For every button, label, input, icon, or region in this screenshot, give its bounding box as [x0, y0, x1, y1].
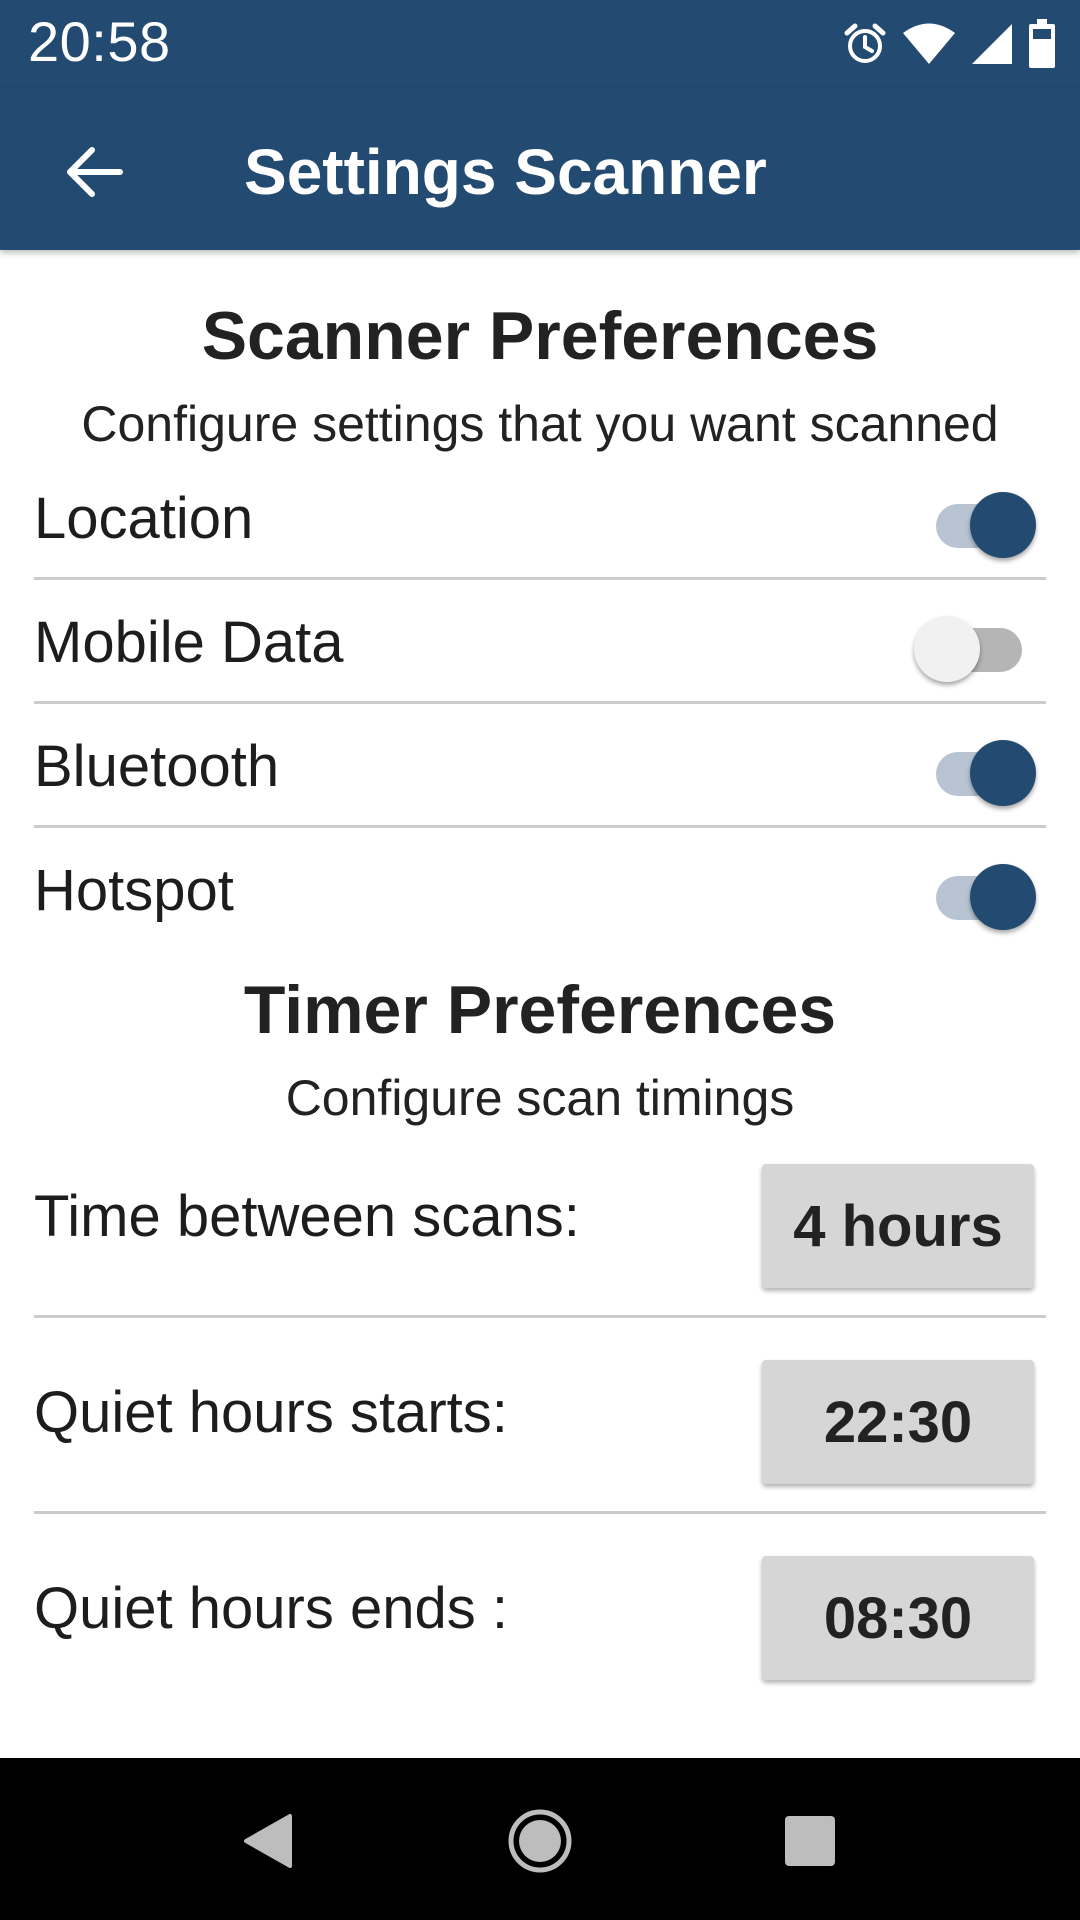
timer-row-quiet-hours-starts: Quiet hours starts: 22:30	[34, 1318, 1046, 1514]
scanner-preferences-subtitle: Configure settings that you want scanned	[81, 396, 999, 452]
arrow-back-icon	[64, 144, 124, 205]
status-time: 20:58	[28, 10, 171, 73]
battery-icon	[1028, 19, 1056, 69]
toggle-label-mobile-data: Mobile Data	[34, 610, 344, 675]
toggle-row-bluetooth: Bluetooth	[34, 704, 1046, 828]
timer-preferences-subtitle: Configure scan timings	[285, 1070, 795, 1126]
signal-icon	[970, 22, 1014, 66]
nav-recents-icon	[783, 1814, 837, 1873]
nav-recents-button[interactable]	[765, 1798, 855, 1888]
toggle-label-hotspot: Hotspot	[34, 858, 234, 923]
nav-back-icon	[240, 1812, 294, 1875]
quiet-hours-starts-button[interactable]: 22:30	[762, 1360, 1034, 1484]
toggle-label-location: Location	[34, 486, 254, 551]
switch-thumb	[970, 864, 1036, 930]
mobile-data-switch[interactable]	[914, 614, 1036, 682]
toggle-row-mobile-data: Mobile Data	[34, 580, 1046, 704]
quiet-hours-ends-button[interactable]: 08:30	[762, 1556, 1034, 1680]
switch-thumb	[914, 616, 980, 682]
switch-thumb	[970, 492, 1036, 558]
location-switch[interactable]	[924, 490, 1036, 558]
scanner-preferences-title: Scanner Preferences	[201, 298, 879, 374]
status-icons	[842, 16, 1056, 72]
back-button[interactable]	[44, 124, 144, 224]
nav-back-button[interactable]	[222, 1798, 312, 1888]
status-bar: 20:58	[0, 0, 1080, 88]
time-between-scans-button[interactable]: 4 hours	[762, 1164, 1034, 1288]
timer-label-quiet-hours-ends: Quiet hours ends :	[34, 1576, 508, 1641]
switch-thumb	[970, 740, 1036, 806]
wifi-icon	[902, 22, 956, 66]
app-bar: Settings Scanner	[0, 88, 1080, 250]
alarm-icon	[842, 21, 888, 67]
timer-label-time-between-scans: Time between scans:	[34, 1184, 580, 1249]
timer-row-time-between-scans: Time between scans: 4 hours	[34, 1122, 1046, 1318]
timer-row-quiet-hours-ends: Quiet hours ends : 08:30	[34, 1514, 1046, 1710]
toggle-label-bluetooth: Bluetooth	[34, 734, 280, 799]
nav-home-icon	[507, 1808, 573, 1879]
toggle-row-location: Location	[34, 456, 1046, 580]
settings-content: Scanner Preferences Configure settings t…	[0, 250, 1080, 1758]
navigation-bar	[0, 1758, 1080, 1920]
hotspot-switch[interactable]	[924, 862, 1036, 930]
toggle-row-hotspot: Hotspot	[34, 828, 1046, 952]
timer-label-quiet-hours-starts: Quiet hours starts:	[34, 1380, 508, 1445]
timer-preferences-title: Timer Preferences	[243, 972, 837, 1048]
app-title: Settings Scanner	[244, 136, 767, 208]
bluetooth-switch[interactable]	[924, 738, 1036, 806]
nav-home-button[interactable]	[495, 1798, 585, 1888]
